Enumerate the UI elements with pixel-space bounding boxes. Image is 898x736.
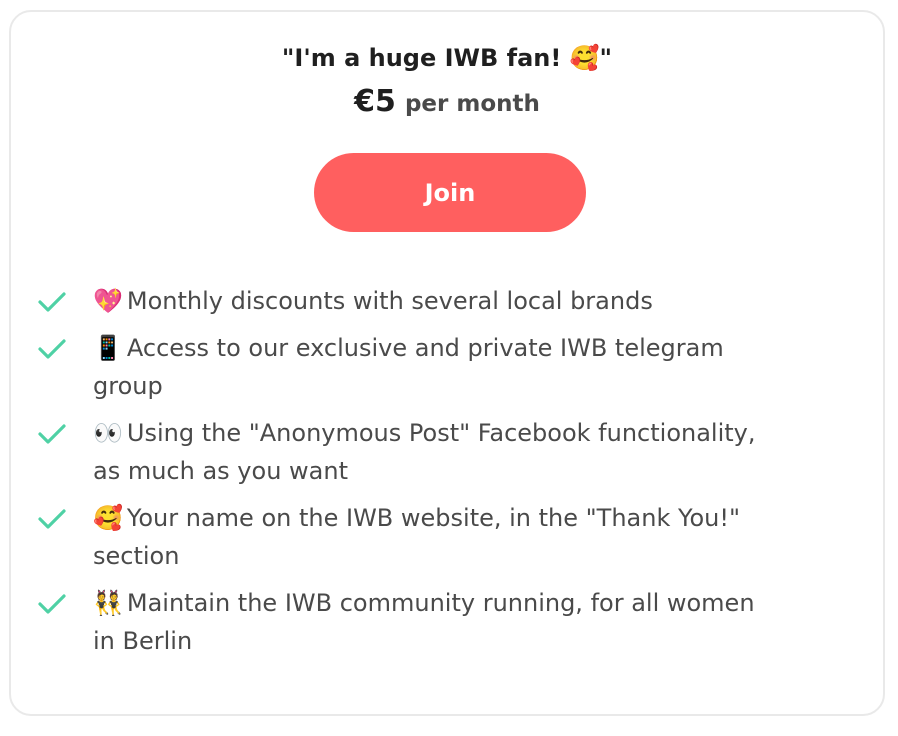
join-button[interactable]: Join: [314, 153, 586, 232]
check-icon: [38, 339, 66, 359]
check-icon: [38, 594, 66, 614]
benefit-item: 📱 Access to our exclusive and private IWB…: [11, 329, 883, 405]
benefit-item: 👯 Maintain the IWB community running, for…: [11, 584, 883, 660]
benefit-text: Using the "Anonymous Post" Facebook func…: [93, 419, 756, 485]
tier-price: €5: [354, 84, 396, 119]
tier-title: "I'm a huge IWB fan! 🥰": [281, 44, 613, 72]
benefit-text: Access to our exclusive and private IWB …: [93, 334, 724, 400]
eyes-icon: 👀: [93, 419, 123, 447]
dancers-icon: 👯: [93, 589, 123, 617]
smiling-face-hearts-icon: 🥰: [93, 504, 123, 532]
benefit-item: 👀 Using the "Anonymous Post" Facebook fun…: [11, 414, 883, 490]
sparkling-heart-icon: 💖: [93, 287, 123, 315]
benefit-text: Monthly discounts with several local bra…: [126, 287, 653, 315]
price-period: per month: [404, 91, 540, 117]
benefit-text: Your name on the IWB website, in the "Th…: [93, 504, 741, 570]
check-icon: [38, 424, 66, 444]
check-icon: [38, 292, 66, 312]
benefits-list: 💖 Monthly discounts with several local br…: [11, 282, 883, 669]
benefit-text: Maintain the IWB community running, for …: [93, 589, 755, 655]
mobile-phone-icon: 📱: [93, 334, 123, 362]
price-line: €5 per month: [11, 82, 883, 126]
benefit-item: 🥰 Your name on the IWB website, in the "T…: [11, 499, 883, 575]
check-icon: [38, 509, 66, 529]
benefit-item: 💖 Monthly discounts with several local br…: [11, 282, 883, 320]
membership-tier-card: "I'm a huge IWB fan! 🥰" €5 per month Joi…: [9, 10, 885, 716]
